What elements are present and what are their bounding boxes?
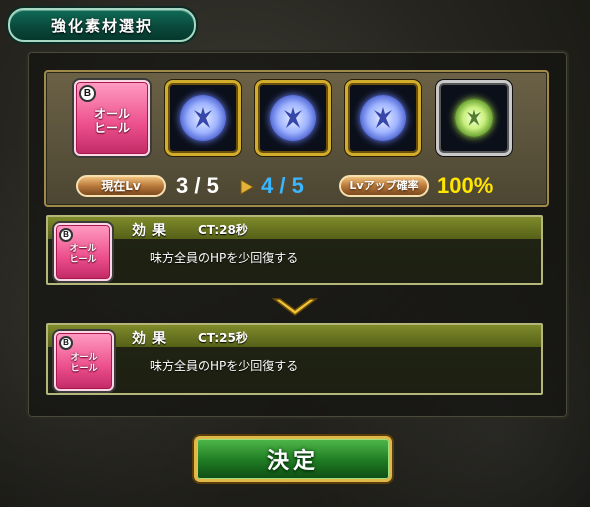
- effect-description: 味方全員のHPを少回復する: [150, 359, 299, 373]
- screen-title-tab: 強化素材選択: [8, 8, 196, 42]
- rarity-badge: B: [59, 336, 73, 350]
- effect-description: 味方全員のHPを少回復する: [150, 251, 299, 265]
- skill-name-line1: オール: [93, 106, 130, 121]
- material-slot-3[interactable]: [345, 80, 421, 156]
- effect-cooldown: CT:28秒: [198, 223, 248, 237]
- material-slot-1[interactable]: [165, 80, 241, 156]
- level-arrow-icon: [240, 179, 254, 199]
- rarity-badge: B: [59, 228, 73, 242]
- fairy-orb-icon: [270, 95, 316, 141]
- effect-after-skill-card: B オール ヒール: [54, 331, 114, 391]
- chevron-down-icon: [271, 297, 319, 319]
- effect-cooldown: CT:25秒: [198, 331, 248, 345]
- fairy-orb-icon: [360, 95, 406, 141]
- effect-before-panel: B オール ヒール 効果 CT:28秒 味方全員のHPを少回復する: [46, 215, 543, 285]
- confirm-button[interactable]: 決定: [194, 436, 392, 482]
- effect-after-panel: B オール ヒール 効果 CT:25秒 味方全員のHPを少回復する: [46, 323, 543, 395]
- confirm-button-label: 決定: [266, 449, 319, 474]
- effect-title: 効果: [132, 331, 172, 347]
- material-slot-2[interactable]: [255, 80, 331, 156]
- effect-before-skill-card: B オール ヒール: [54, 223, 112, 281]
- success-rate-value: 100%: [437, 173, 494, 198]
- next-level-value: 4 / 5: [261, 173, 304, 198]
- current-level-value: 3 / 5: [176, 173, 219, 198]
- target-skill-card[interactable]: B オール ヒール: [74, 80, 150, 156]
- rarity-badge: B: [79, 85, 96, 102]
- material-slot-4[interactable]: [436, 80, 512, 156]
- green-fairy-orb-icon: [455, 99, 493, 137]
- fairy-orb-icon: [180, 95, 226, 141]
- current-level-label: 現在Lv: [76, 175, 166, 197]
- effect-title: 効果: [132, 223, 172, 239]
- screen-title: 強化素材選択: [50, 16, 153, 35]
- success-rate-label: Lvアップ確率: [339, 175, 429, 197]
- skill-name-line2: ヒール: [93, 121, 130, 135]
